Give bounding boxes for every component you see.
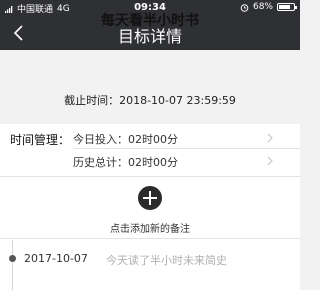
- goal-deadline: 截止时间：2018-10-07 23:59:59: [64, 94, 236, 107]
- notes-divider: [0, 238, 300, 239]
- timeline-dot: [9, 255, 16, 262]
- chevron-right-icon: [267, 133, 273, 143]
- time-management-label: 时间管理：: [10, 133, 71, 147]
- chevron-right-icon: [267, 156, 273, 166]
- timeline-line: [12, 240, 13, 290]
- row-divider: [73, 148, 300, 149]
- history-total-row[interactable]: 历史总计：02时00分: [73, 154, 178, 170]
- add-note-label[interactable]: 点击添加新的备注: [0, 220, 300, 235]
- goal-title: 每天看半小时书: [101, 13, 199, 29]
- plus-icon[interactable]: [138, 186, 162, 210]
- note-text[interactable]: 今天读了半小时未来简史: [106, 252, 227, 268]
- today-invest-row[interactable]: 今日投入：02时00分: [73, 131, 178, 147]
- section-divider: [0, 176, 300, 177]
- note-date: 2017-10-07: [24, 252, 88, 265]
